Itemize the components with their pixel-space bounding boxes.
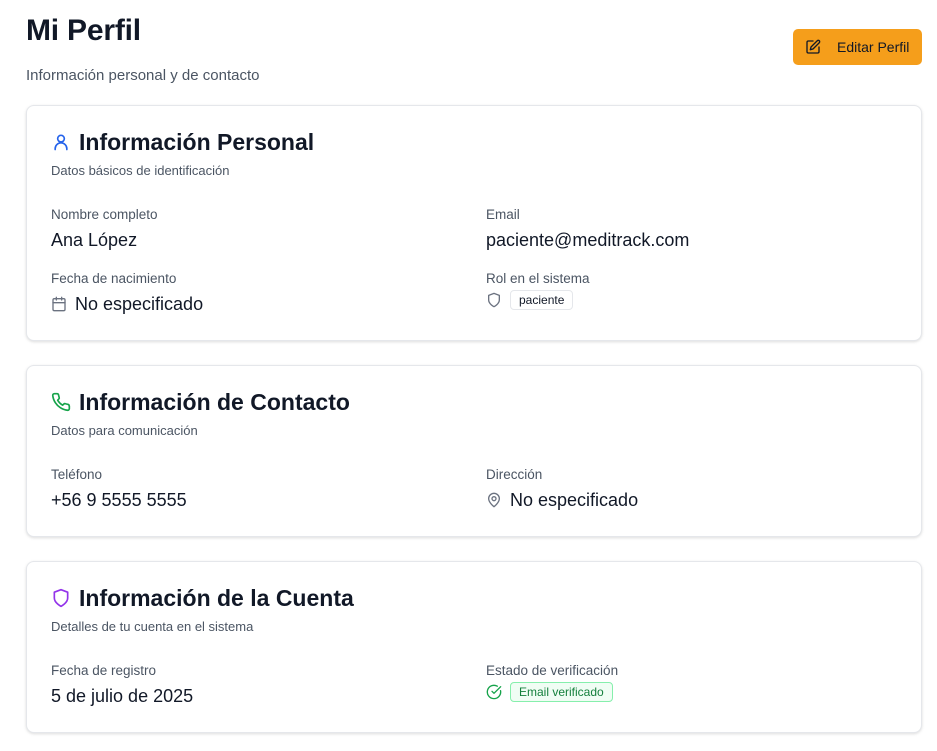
map-pin-icon (486, 492, 502, 508)
personal-info-description: Datos básicos de identificación (51, 163, 230, 178)
account-info-title: Información de la Cuenta (79, 585, 354, 611)
verification-field: Estado de verificación Email verificado (486, 663, 618, 702)
address-label: Dirección (486, 467, 543, 482)
registration-date-field: Fecha de registro 5 de julio de 2025 (51, 663, 193, 707)
address-value: No especificado (510, 490, 639, 510)
user-icon (51, 132, 71, 152)
role-label: Rol en el sistema (486, 271, 590, 286)
address-value-row: No especificado (486, 489, 638, 511)
address-field: Dirección No especificado (486, 467, 638, 511)
calendar-icon (51, 296, 67, 312)
full-name-label: Nombre completo (51, 207, 158, 222)
edit-profile-button[interactable]: Editar Perfil (793, 29, 922, 65)
role-badge: paciente (510, 290, 574, 310)
phone-label: Teléfono (51, 467, 103, 482)
birth-date-field: Fecha de nacimiento No especificado (51, 271, 203, 315)
email-field: Email paciente@meditrack.com (486, 207, 689, 251)
shield-icon (486, 292, 502, 308)
email-label: Email (486, 207, 520, 222)
page-title: Mi Perfil (26, 14, 141, 47)
verification-value-row: Email verificado (486, 682, 618, 702)
page-header: Mi Perfil Información personal y de cont… (26, 14, 259, 84)
profile-page: Mi Perfil Información personal y de cont… (0, 0, 937, 751)
personal-info-card: Información Personal Datos básicos de id… (26, 105, 922, 341)
edit-profile-label: Editar Perfil (837, 39, 910, 55)
personal-info-header: Información Personal (51, 128, 314, 156)
edit-icon (805, 39, 821, 55)
registration-date-label: Fecha de registro (51, 663, 157, 678)
verification-badge: Email verificado (510, 682, 613, 702)
shield-icon (51, 588, 71, 608)
check-circle-icon (486, 684, 502, 700)
contact-info-card: Información de Contacto Datos para comun… (26, 365, 922, 537)
page-subtitle: Información personal y de contacto (26, 67, 260, 84)
account-info-card: Información de la Cuenta Detalles de tu … (26, 561, 922, 733)
verification-label: Estado de verificación (486, 663, 619, 678)
full-name-value: Ana López (51, 230, 138, 250)
role-field: Rol en el sistema paciente (486, 271, 590, 310)
phone-value: +56 9 5555 5555 (51, 490, 187, 510)
personal-info-title: Información Personal (79, 129, 315, 155)
email-value: paciente@meditrack.com (486, 230, 690, 250)
phone-field: Teléfono +56 9 5555 5555 (51, 467, 187, 511)
account-info-description: Detalles de tu cuenta en el sistema (51, 619, 254, 634)
birth-date-value: No especificado (75, 294, 204, 314)
phone-icon (51, 392, 71, 412)
contact-info-title: Información de Contacto (79, 389, 350, 415)
role-value-row: paciente (486, 290, 590, 310)
full-name-field: Nombre completo Ana López (51, 207, 158, 251)
contact-info-header: Información de Contacto (51, 388, 350, 416)
contact-info-description: Datos para comunicación (51, 423, 198, 438)
account-info-header: Información de la Cuenta (51, 584, 354, 612)
birth-date-value-row: No especificado (51, 293, 203, 315)
birth-date-label: Fecha de nacimiento (51, 271, 177, 286)
registration-date-value: 5 de julio de 2025 (51, 686, 194, 706)
